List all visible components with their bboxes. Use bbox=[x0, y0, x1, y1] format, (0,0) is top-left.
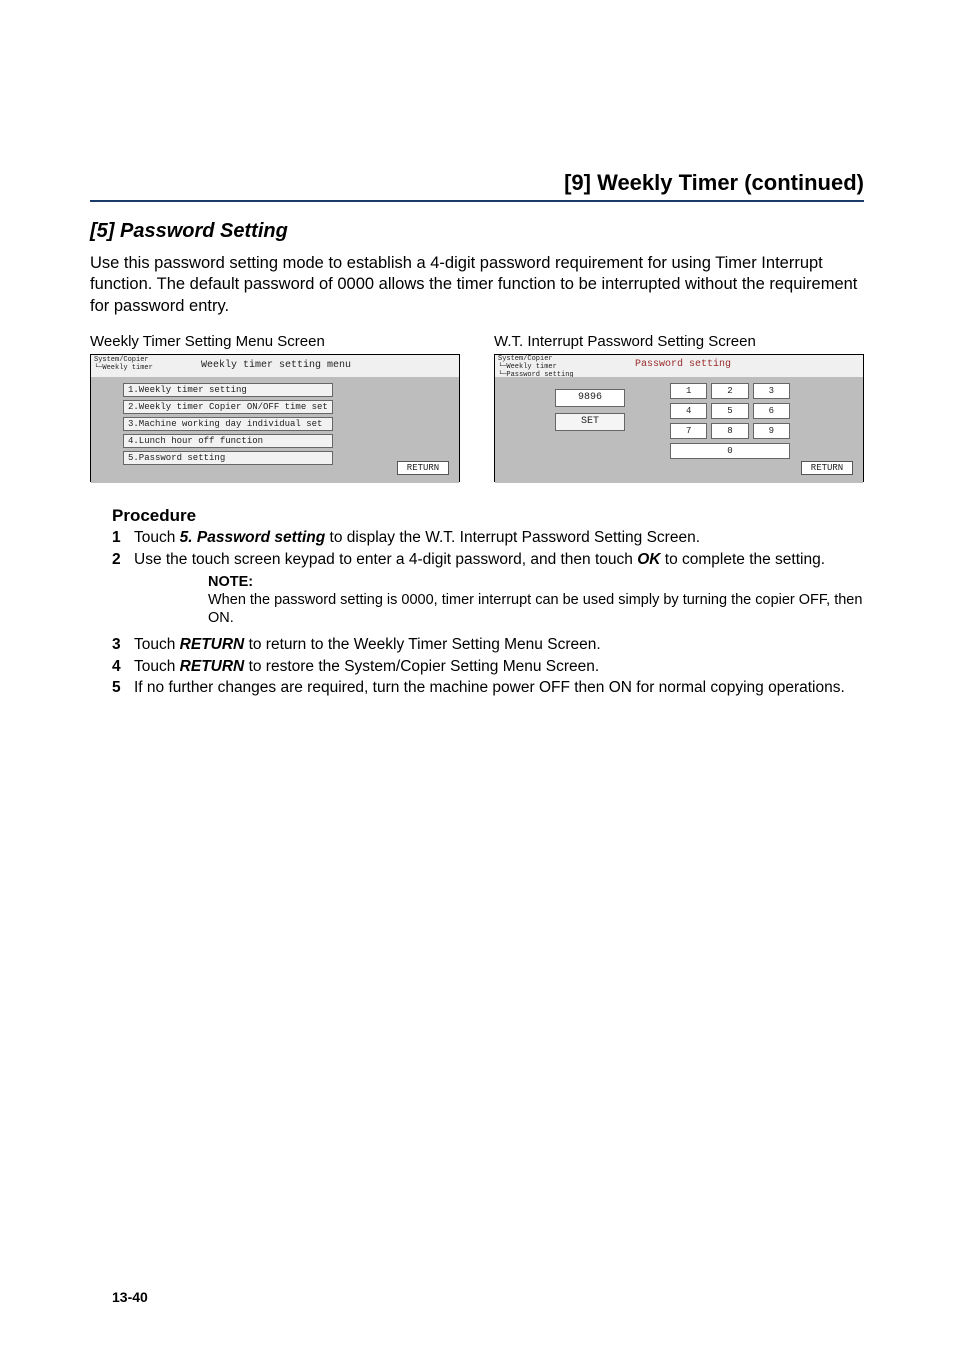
right-screen-block: W.T. Interrupt Password Setting Screen S… bbox=[494, 333, 864, 482]
step-2-bold: OK bbox=[637, 551, 660, 568]
step-5: 5 If no further changes are required, tu… bbox=[112, 678, 864, 697]
step-1-bold: 5. Password setting bbox=[180, 529, 326, 546]
step-4-num: 4 bbox=[112, 657, 134, 676]
note-block: NOTE: When the password setting is 0000,… bbox=[208, 573, 864, 627]
key-8[interactable]: 8 bbox=[711, 423, 748, 439]
step-1-pre: Touch bbox=[134, 529, 180, 546]
step-1-post: to display the W.T. Interrupt Password S… bbox=[325, 529, 700, 546]
step-3-num: 3 bbox=[112, 635, 134, 654]
left-crumb-2: └─Weekly timer bbox=[94, 364, 153, 372]
page-number: 13-40 bbox=[112, 1289, 148, 1305]
step-4-bold: RETURN bbox=[180, 658, 245, 675]
step-1-num: 1 bbox=[112, 528, 134, 547]
left-return-button[interactable]: RETURN bbox=[397, 461, 449, 475]
step-3-bold: RETURN bbox=[180, 636, 245, 653]
note-label: NOTE: bbox=[208, 573, 864, 591]
step-2-pre: Use the touch screen keypad to enter a 4… bbox=[134, 551, 637, 568]
intro-paragraph: Use this password setting mode to establ… bbox=[90, 253, 864, 317]
key-7[interactable]: 7 bbox=[670, 423, 707, 439]
password-display: 9896 bbox=[555, 389, 625, 407]
menu-item-2[interactable]: 2.Weekly timer Copier ON/OFF time set bbox=[123, 400, 333, 414]
step-2-num: 2 bbox=[112, 550, 134, 569]
step-3-post: to return to the Weekly Timer Setting Me… bbox=[244, 636, 600, 653]
key-9[interactable]: 9 bbox=[753, 423, 790, 439]
key-6[interactable]: 6 bbox=[753, 403, 790, 419]
set-button[interactable]: SET bbox=[555, 413, 625, 431]
key-2[interactable]: 2 bbox=[711, 383, 748, 399]
procedure-label: Procedure bbox=[112, 506, 864, 526]
menu-item-5[interactable]: 5.Password setting bbox=[123, 451, 333, 465]
step-1: 1 Touch 5. Password setting to display t… bbox=[112, 528, 864, 547]
header-title: [9] Weekly Timer (continued) bbox=[90, 170, 864, 202]
step-3-text: Touch RETURN to return to the Weekly Tim… bbox=[134, 635, 864, 654]
left-screen-block: Weekly Timer Setting Menu Screen System/… bbox=[90, 333, 460, 482]
menu-item-3[interactable]: 3.Machine working day individual set bbox=[123, 417, 333, 431]
step-5-text: If no further changes are required, turn… bbox=[134, 678, 864, 697]
right-screen-title: Password setting bbox=[635, 359, 731, 370]
left-screen-topbar: System/Copier └─Weekly timer Weekly time… bbox=[91, 355, 459, 377]
key-1[interactable]: 1 bbox=[670, 383, 707, 399]
step-1-text: Touch 5. Password setting to display the… bbox=[134, 528, 864, 547]
note-text: When the password setting is 0000, timer… bbox=[208, 591, 864, 627]
step-4-text: Touch RETURN to restore the System/Copie… bbox=[134, 657, 864, 676]
left-crumb: System/Copier └─Weekly timer bbox=[94, 356, 153, 372]
right-screen-caption: W.T. Interrupt Password Setting Screen bbox=[494, 333, 864, 350]
keypad: 1 2 3 4 5 6 7 8 9 0 bbox=[670, 383, 790, 459]
right-screen-topbar: System/Copier └─Weekly timer └─Password … bbox=[495, 355, 863, 377]
right-screen-body: 9896 SET 1 2 3 4 5 6 7 8 bbox=[495, 377, 863, 483]
key-4[interactable]: 4 bbox=[670, 403, 707, 419]
key-0[interactable]: 0 bbox=[670, 443, 790, 459]
step-3-pre: Touch bbox=[134, 636, 180, 653]
step-5-num: 5 bbox=[112, 678, 134, 697]
key-5[interactable]: 5 bbox=[711, 403, 748, 419]
left-screen-body: 1.Weekly timer setting 2.Weekly timer Co… bbox=[91, 377, 459, 483]
step-4: 4 Touch RETURN to restore the System/Cop… bbox=[112, 657, 864, 676]
step-2-post: to complete the setting. bbox=[660, 551, 825, 568]
left-screen-title: Weekly timer setting menu bbox=[201, 360, 351, 371]
right-screen: System/Copier └─Weekly timer └─Password … bbox=[494, 354, 864, 482]
left-screen-caption: Weekly Timer Setting Menu Screen bbox=[90, 333, 460, 350]
step-3: 3 Touch RETURN to return to the Weekly T… bbox=[112, 635, 864, 654]
step-4-post: to restore the System/Copier Setting Men… bbox=[244, 658, 599, 675]
menu-item-1[interactable]: 1.Weekly timer setting bbox=[123, 383, 333, 397]
step-2-text: Use the touch screen keypad to enter a 4… bbox=[134, 550, 864, 569]
procedure: Procedure 1 Touch 5. Password setting to… bbox=[90, 506, 864, 697]
menu-item-4[interactable]: 4.Lunch hour off function bbox=[123, 434, 333, 448]
step-4-pre: Touch bbox=[134, 658, 180, 675]
step-2: 2 Use the touch screen keypad to enter a… bbox=[112, 550, 864, 569]
right-crumb: System/Copier └─Weekly timer └─Password … bbox=[498, 355, 574, 379]
screens-row: Weekly Timer Setting Menu Screen System/… bbox=[90, 333, 864, 482]
key-3[interactable]: 3 bbox=[753, 383, 790, 399]
left-screen: System/Copier └─Weekly timer Weekly time… bbox=[90, 354, 460, 482]
section-title: [5] Password Setting bbox=[90, 220, 864, 243]
right-return-button[interactable]: RETURN bbox=[801, 461, 853, 475]
